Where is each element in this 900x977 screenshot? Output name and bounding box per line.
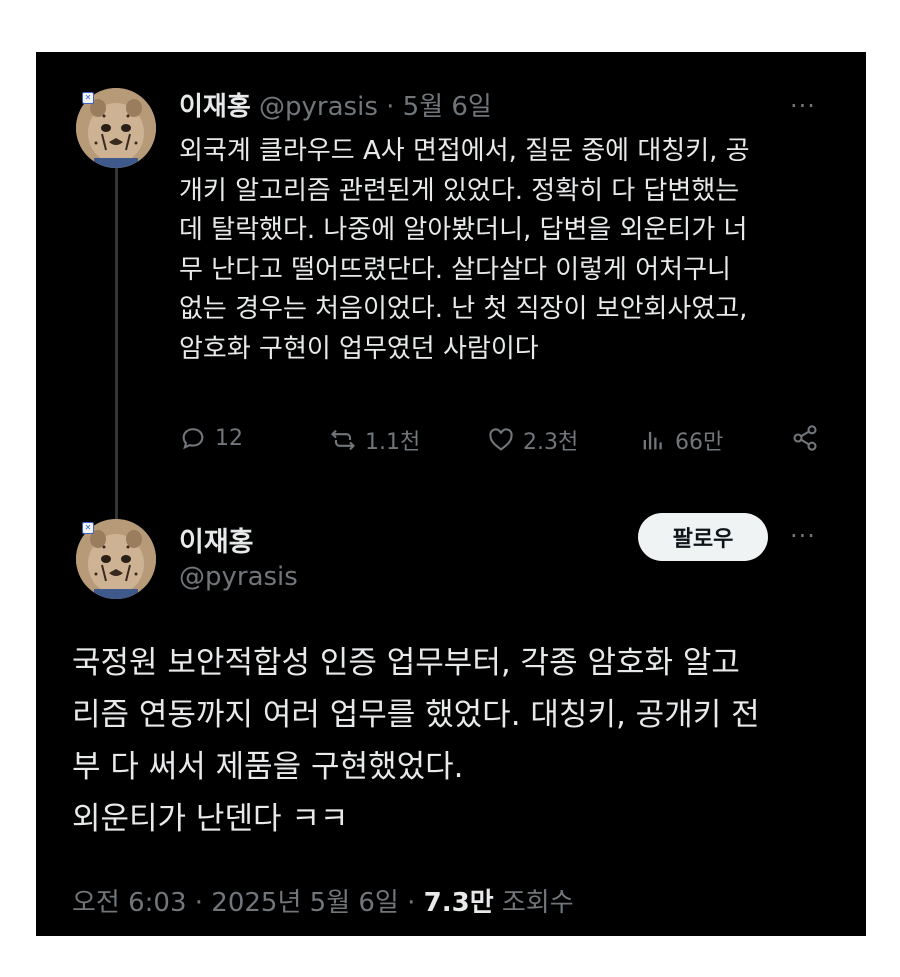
tweet2-separator: · [194,888,204,918]
views-icon [643,431,662,450]
reply-button[interactable]: 12 [179,424,243,452]
tweet2-meta: 오전 6:03 · 2025년 5월 6일 · 7.3만 조회수 [72,882,574,919]
share-button[interactable] [791,424,819,452]
like-button[interactable]: 2.3천 [487,424,578,456]
avatar-badge-icon: ✕ [82,92,94,104]
tweet2-views-count[interactable]: 7.3만 [424,888,494,918]
tweet1-text: 외국계 클라우드 A사 면접에서, 질문 중에 대칭키, 공 개키 알고리즘 관… [179,136,750,364]
tweet2-time[interactable]: 오전 6:03 [72,888,187,918]
tweet1-display-name[interactable]: 이재홍 [179,92,251,122]
share-icon [793,425,817,451]
repost-button[interactable]: 1.1천 [329,424,420,456]
tweet1-separator: · [386,92,395,122]
tweet2-separator: · [407,888,416,918]
views-count: 66만 [675,430,724,455]
tweet2-date[interactable]: 2025년 5월 6일 [211,888,399,918]
tweet1-handle[interactable]: @pyrasis [259,92,378,122]
tweet1-header: 이재홍 @pyrasis · 5월 6일 [179,92,492,122]
reply-icon [182,428,204,450]
views-button[interactable]: 66만 [639,424,723,456]
tweet-panel: ✕ 이재홍 @pyrasis · 5월 6일 ··· 외국계 클라우드 A사 면… [36,52,866,936]
tweet2-text: 국정원 보안적합성 인증 업무부터, 각종 암호화 알고 리즘 연동까지 여러 … [72,645,760,837]
reply-count: 12 [215,425,243,451]
tweet1-more-icon[interactable]: ··· [790,92,816,120]
tweet2-handle[interactable]: @pyrasis [179,562,298,592]
follow-button[interactable]: 팔로우 [638,513,768,561]
repost-count: 1.1천 [365,430,421,455]
thread-connector [115,168,118,552]
repost-icon [331,429,355,451]
like-icon [489,428,513,451]
tweet2-display-name[interactable]: 이재홍 [179,520,254,559]
tweet2-more-icon[interactable]: ··· [790,522,816,550]
like-count: 2.3천 [523,430,579,455]
tweet1-date[interactable]: 5월 6일 [403,92,492,122]
tweet2-views-label: 조회수 [501,888,574,918]
tweet1-actions: 12 1.1천 2.3천 66만 [179,424,839,460]
avatar-badge-icon: ✕ [82,522,94,534]
